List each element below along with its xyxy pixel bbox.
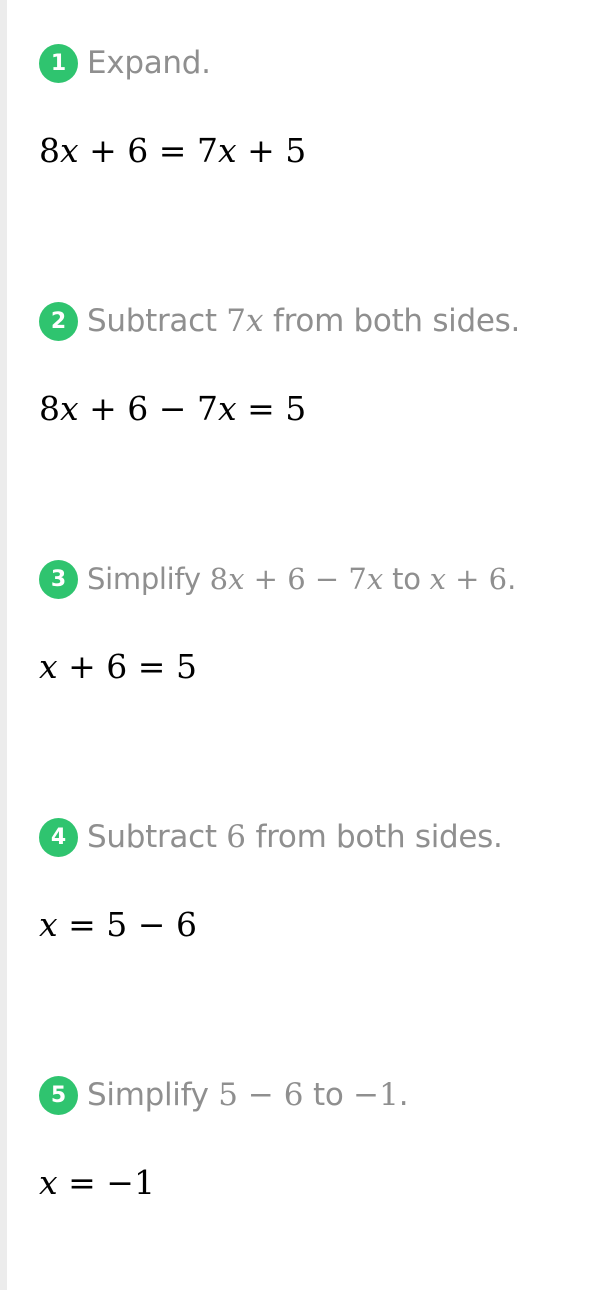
instruction-math: x + 6 (429, 562, 508, 596)
step-equation: 8x + 6 − 7x = 5 (39, 389, 306, 428)
instruction-math: 7x (226, 303, 264, 339)
step-5: 5 Simplify 5 − 6 to −1. x = −1 (39, 1075, 409, 1202)
step-2: 2 Subtract 7x from both sides. 8x + 6 − … (39, 301, 520, 428)
instruction-math: 5 − 6 (218, 1077, 304, 1113)
equation-text: x + 6 = 5 (39, 647, 197, 686)
step-instruction: Subtract 6 from both sides. (87, 819, 503, 855)
instruction-text: to (383, 562, 430, 596)
step-number-badge: 1 (39, 43, 78, 83)
step-instruction: Simplify 5 − 6 to −1. (87, 1077, 409, 1113)
instruction-text: to (303, 1077, 354, 1113)
instruction-text: from both sides. (246, 819, 503, 855)
step-equation: x + 6 = 5 (39, 647, 197, 686)
equation-text: x = 5 − 6 (39, 905, 197, 944)
instruction-text: . (398, 1077, 409, 1113)
step-equation: 8x + 6 = 7x + 5 (39, 131, 306, 170)
step-number-badge: 5 (39, 1075, 78, 1115)
instruction-text: from both sides. (263, 303, 521, 339)
instruction-math: −1 (353, 1077, 399, 1113)
instruction-text: Subtract (87, 303, 227, 339)
instruction-text: . (507, 562, 517, 596)
instruction-text: Simplify (87, 1077, 219, 1113)
step-number-badge: 4 (39, 817, 78, 857)
equation-text: 8x + 6 − 7x = 5 (39, 389, 307, 428)
equation-text: x = −1 (39, 1163, 155, 1202)
step-1: 1 Expand. 8x + 6 = 7x + 5 (39, 43, 306, 170)
instruction-math: 6 (226, 819, 246, 855)
instruction-math: 8x + 6 − 7x (209, 562, 384, 596)
step-header: 2 Subtract 7x from both sides. (39, 301, 520, 341)
step-header: 4 Subtract 6 from both sides. (39, 817, 503, 857)
step-instruction: Subtract 7x from both sides. (87, 303, 520, 339)
step-header: 1 Expand. (39, 43, 211, 83)
step-4: 4 Subtract 6 from both sides. x = 5 − 6 (39, 817, 503, 944)
step-equation: x = −1 (39, 1163, 155, 1202)
left-edge-strip (0, 0, 7, 1290)
step-header: 5 Simplify 5 − 6 to −1. (39, 1075, 409, 1115)
step-header: 3 Simplify 8x + 6 − 7x to x + 6. (39, 559, 516, 599)
equation-text: 8x + 6 = 7x + 5 (39, 131, 307, 170)
instruction-text: Subtract (87, 819, 227, 855)
instruction-text: Simplify (87, 562, 210, 596)
step-number-badge: 2 (39, 301, 78, 341)
step-instruction: Expand. (87, 45, 211, 81)
step-instruction: Simplify 8x + 6 − 7x to x + 6. (87, 562, 516, 596)
step-equation: x = 5 − 6 (39, 905, 197, 944)
step-number-badge: 3 (39, 559, 78, 599)
instruction-text: Expand. (87, 45, 211, 81)
step-3: 3 Simplify 8x + 6 − 7x to x + 6. x + 6 =… (39, 559, 516, 686)
